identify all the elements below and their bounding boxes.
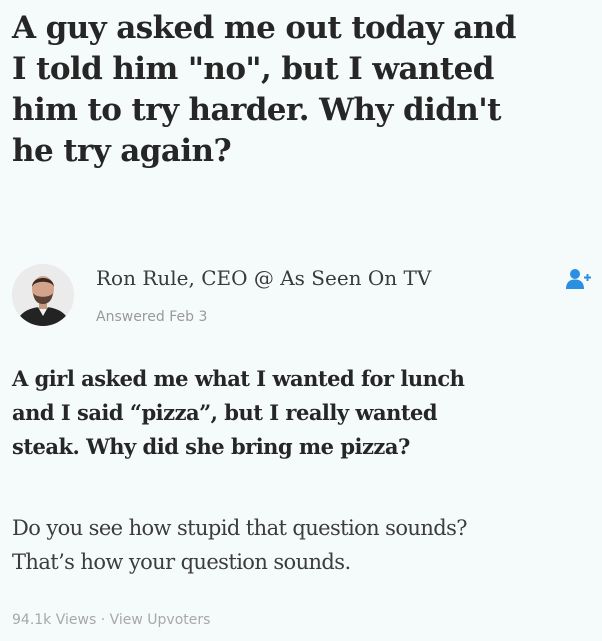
answer-text-bold: A girl asked me what I wanted for lunch … [12,362,596,464]
question-line: A guy asked me out today and [12,10,516,46]
answered-date: Answered Feb 3 [96,309,208,325]
views-count: 94.1k Views [12,612,97,628]
view-upvoters-link[interactable]: View Upvoters [110,612,211,628]
question-line: I told him "no", but I wanted [12,51,494,87]
answer-footer: 94.1k Views · View Upvoters [12,611,210,629]
answer-header: Ron Rule, CEO @ As Seen On TV Answered F… [12,256,594,336]
avatar-portrait-icon [12,264,74,326]
add-user-icon [566,269,591,289]
footer-separator: · [96,612,110,628]
author-name[interactable]: Ron Rule, CEO @ As Seen On TV [96,264,431,292]
question-title[interactable]: A guy asked me out today and I told him … [12,8,594,172]
question-line: him to try harder. Why didn't [12,92,501,128]
answer-text: Do you see how stupid that question soun… [12,511,602,579]
follow-button[interactable] [564,266,592,292]
answer-bold-line: A girl asked me what I wanted for lunch [12,366,465,391]
answer-bold-line: steak. Why did she bring me pizza? [12,434,410,459]
avatar[interactable] [12,264,74,326]
question-line: he try again? [12,133,232,169]
answer-plain-line: That’s how your question sounds. [12,550,351,574]
answer-plain-line: Do you see how stupid that question soun… [12,516,468,540]
answer-bold-line: and I said “pizza”, but I really wanted [12,400,438,425]
